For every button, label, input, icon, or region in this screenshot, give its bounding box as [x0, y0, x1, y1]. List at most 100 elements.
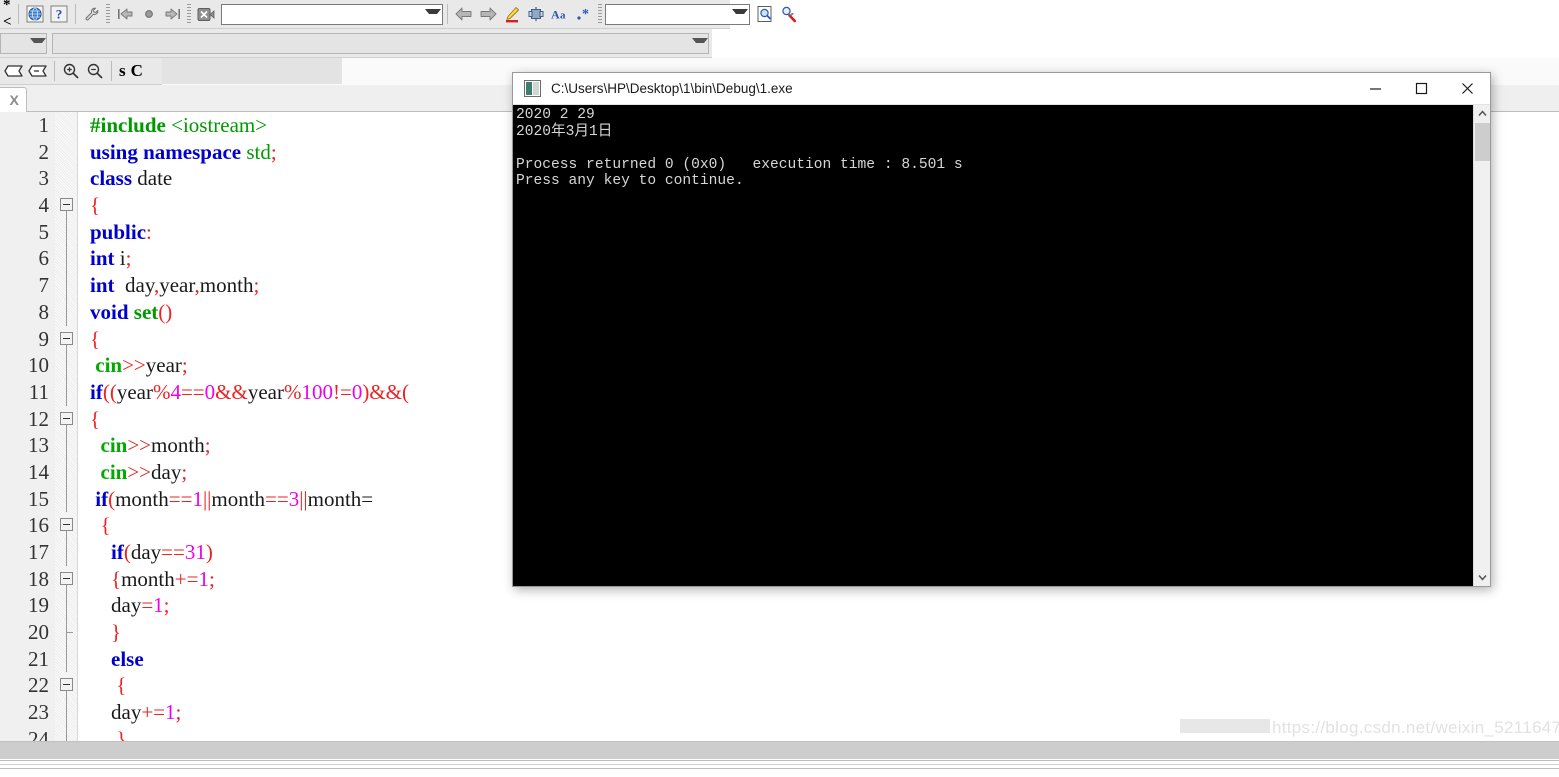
code-line[interactable]: 19 day=1;	[0, 592, 1559, 620]
code-token: {	[90, 406, 101, 431]
fold-collapse-icon[interactable]	[60, 571, 73, 585]
toolbar-grip[interactable]	[105, 4, 110, 24]
code-token: day	[90, 593, 142, 618]
fold-gutter[interactable]	[55, 725, 77, 741]
code-token: class	[90, 166, 138, 191]
fold-gutter[interactable]	[55, 699, 77, 726]
fold-gutter[interactable]	[55, 619, 77, 646]
match-case-icon[interactable]: A a	[548, 3, 572, 25]
fold-gutter[interactable]	[55, 192, 77, 220]
code-token: int	[90, 246, 120, 271]
code-line-text: {month+=1;	[78, 566, 215, 593]
line-number: 21	[0, 645, 55, 673]
code-token: month	[115, 486, 169, 511]
fold-collapse-icon[interactable]	[60, 678, 73, 692]
code-token: ;	[270, 139, 277, 164]
console-title-bar[interactable]: C:\Users\HP\Desktop\1\bin\Debug\1.exe	[513, 73, 1490, 105]
scroll-down-arrow-icon[interactable]	[1474, 569, 1491, 586]
close-icon[interactable]: X	[9, 92, 18, 108]
scope-combo[interactable]	[0, 32, 47, 54]
find-in-files-icon[interactable]	[753, 3, 777, 25]
help-question-icon[interactable]: ?	[47, 3, 71, 25]
scroll-up-arrow-icon[interactable]	[1474, 105, 1491, 122]
fold-collapse-icon[interactable]	[60, 518, 73, 532]
fold-gutter[interactable]	[55, 672, 77, 700]
code-token: ==	[168, 486, 193, 511]
fold-gutter[interactable]	[55, 298, 77, 326]
close-button[interactable]	[1444, 73, 1490, 104]
regex-icon[interactable]: *	[572, 3, 596, 25]
code-line[interactable]: 20 }	[0, 619, 1559, 646]
code-token: month	[121, 566, 175, 591]
zoom-out-icon[interactable]	[83, 60, 107, 82]
fold-gutter[interactable]	[55, 432, 77, 459]
fold-gutter[interactable]	[55, 325, 77, 353]
fold-gutter[interactable]	[55, 165, 77, 193]
code-token: 1	[192, 486, 203, 511]
dot-icon[interactable]	[137, 3, 161, 25]
zoom-in-icon[interactable]	[59, 60, 83, 82]
fold-gutter[interactable]	[55, 485, 77, 513]
chevron-down-icon[interactable]	[732, 5, 749, 24]
chevron-down-icon[interactable]	[29, 34, 46, 53]
fold-gutter[interactable]	[55, 458, 77, 486]
fold-collapse-icon[interactable]	[60, 411, 73, 425]
wrench-icon[interactable]	[80, 3, 104, 25]
fold-gutter[interactable]	[55, 378, 77, 406]
search-combo[interactable]	[220, 3, 443, 25]
fold-gutter[interactable]	[55, 112, 77, 139]
fold-gutter[interactable]	[55, 352, 77, 379]
code-token: day	[119, 273, 154, 298]
svg-text:A: A	[551, 8, 560, 22]
toolbar-grip[interactable]	[186, 4, 191, 24]
fold-gutter[interactable]	[55, 565, 77, 593]
editor-tab[interactable]: pp X	[0, 87, 27, 112]
console-vertical-scrollbar[interactable]	[1473, 105, 1490, 586]
fold-gutter[interactable]	[55, 138, 77, 166]
code-line[interactable]: 22 {	[0, 672, 1559, 700]
fold-collapse-icon[interactable]	[60, 198, 73, 212]
globe-icon[interactable]	[23, 3, 47, 25]
arrow-right-icon[interactable]	[476, 3, 500, 25]
fold-gutter[interactable]	[55, 245, 77, 273]
fold-collapse-icon[interactable]	[60, 331, 73, 345]
line-number: 7	[0, 272, 55, 299]
code-token: 0	[351, 379, 363, 404]
fold-line	[66, 485, 67, 513]
fold-gutter[interactable]	[55, 645, 77, 673]
fold-gutter[interactable]	[55, 512, 77, 540]
console-body[interactable]: 2020 2 29 2020年3月1日 Process returned 0 (…	[513, 105, 1490, 586]
second-search-combo[interactable]	[604, 3, 750, 25]
code-line[interactable]: 21 else	[0, 645, 1559, 673]
fold-gutter[interactable]	[55, 218, 77, 246]
highlighter-pencil-icon[interactable]	[500, 3, 524, 25]
fold-gutter[interactable]	[55, 592, 77, 620]
bookmark-icon[interactable]	[2, 60, 26, 82]
arrow-left-icon[interactable]	[452, 3, 476, 25]
c-glyph-button[interactable]: C	[128, 61, 145, 81]
fold-gutter[interactable]	[55, 539, 77, 566]
line-number: 9	[0, 325, 55, 353]
chevron-down-icon[interactable]	[691, 34, 708, 53]
chevron-down-icon[interactable]	[425, 5, 442, 24]
minimize-button[interactable]	[1352, 73, 1398, 104]
code-token: (	[401, 379, 409, 404]
s-glyph-button[interactable]: s	[116, 61, 128, 81]
horizontal-scroll-thumb[interactable]	[0, 742, 1262, 759]
toolbar-grip[interactable]	[597, 4, 602, 24]
maximize-button[interactable]	[1398, 73, 1444, 104]
editor-horizontal-scrollbar[interactable]	[0, 741, 1559, 759]
arrow-to-left-icon[interactable]	[113, 3, 137, 25]
bookmark-next-icon[interactable]	[26, 60, 50, 82]
symbol-combo[interactable]	[52, 32, 709, 54]
x-box-icon[interactable]	[194, 3, 218, 25]
fold-gutter[interactable]	[55, 405, 77, 433]
object-icon[interactable]	[524, 3, 548, 25]
console-scroll-thumb[interactable]	[1475, 123, 1490, 161]
arrow-to-right-icon[interactable]	[161, 3, 185, 25]
wrench-magnifier-icon[interactable]	[777, 3, 801, 25]
fold-gutter[interactable]	[55, 272, 77, 299]
fold-line	[66, 592, 67, 620]
console-window[interactable]: C:\Users\HP\Desktop\1\bin\Debug\1.exe 20…	[512, 72, 1491, 587]
